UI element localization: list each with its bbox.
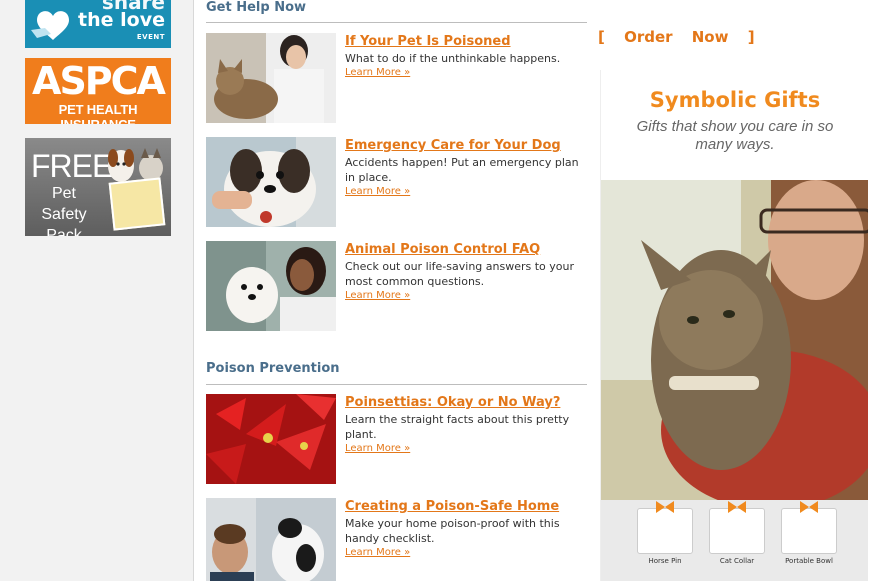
learn-more-link[interactable]: Learn More » [345, 547, 585, 558]
poinsettias-link[interactable]: Poinsettias: Okay or No Way? [345, 394, 585, 411]
product-label: Horse Pin [648, 557, 682, 565]
heart-hand-icon [31, 11, 69, 41]
poisoned-link[interactable]: If Your Pet Is Poisoned [345, 33, 585, 50]
learn-more-link[interactable]: Learn More » [345, 67, 585, 78]
free-safety-pack-banner[interactable]: FREE Pet Safety Pack [25, 138, 171, 236]
right-sidebar: [ Order Now ] Symbolic Gifts Gifts that … [596, 0, 879, 581]
the-love-text: the love [78, 9, 165, 31]
free-text: FREE [31, 148, 113, 184]
learn-more-link[interactable]: Learn More » [345, 290, 585, 301]
divider [206, 22, 587, 23]
cat-collar-product[interactable]: Cat Collar [707, 501, 767, 570]
left-sidebar: share the love EVENT ASPCA PET HEALTH IN… [0, 0, 194, 581]
shih-tzu-dog-image[interactable] [206, 137, 336, 227]
learn-more-link[interactable]: Learn More » [345, 443, 585, 454]
woman-with-dog-image[interactable] [206, 241, 336, 331]
pet-safety-pack-text: Pet Safety Pack [41, 185, 87, 236]
gifts-ad-header: Symbolic Gifts Gifts that show you care … [601, 70, 868, 180]
share-the-love-banner[interactable]: share the love EVENT [25, 0, 171, 48]
pet-health-insurance-text: PET HEALTH INSURANCE [58, 102, 138, 124]
get-help-heading: Get Help Now [206, 0, 307, 15]
learn-more-link[interactable]: Learn More » [345, 186, 585, 197]
gifts-subtitle: Gifts that show you care in so many ways… [636, 118, 834, 153]
product-label: Cat Collar [719, 557, 755, 565]
poison-faq-link[interactable]: Animal Poison Control FAQ [345, 241, 585, 258]
item-description: Accidents happen! Put an emergency plan … [345, 156, 579, 184]
main-content: Get Help Now If Your Pet Is Poisoned Wha… [195, 0, 595, 581]
aspca-logo: ASPCA [32, 59, 166, 103]
poison-safe-home-link[interactable]: Creating a Poison-Safe Home [345, 498, 585, 515]
list-item: Creating a Poison-Safe Home Make your ho… [206, 498, 591, 581]
order-now-link[interactable]: [ Order Now ] [598, 28, 755, 46]
poinsettia-image[interactable] [206, 394, 336, 484]
product-label: Portable Bowl [785, 557, 833, 565]
gift-products-strip: Horse Pin Cat Collar Portable Bowl [601, 500, 868, 581]
item-description: What to do if the unthinkable happens. [345, 52, 561, 65]
poison-prevention-heading: Poison Prevention [206, 361, 340, 376]
pet-health-insurance-banner[interactable]: ASPCA PET HEALTH INSURANCE [25, 58, 171, 124]
list-item: If Your Pet Is Poisoned What to do if th… [206, 33, 591, 123]
list-item: Emergency Care for Your Dog Accidents ha… [206, 137, 591, 227]
symbolic-gifts-ad[interactable]: Symbolic Gifts Gifts that show you care … [600, 70, 868, 581]
emergency-care-link[interactable]: Emergency Care for Your Dog [345, 137, 585, 154]
gifts-title: Symbolic Gifts [649, 88, 821, 112]
item-description: Learn the straight facts about this pret… [345, 413, 570, 441]
item-description: Make your home poison-proof with this ha… [345, 517, 560, 545]
item-description: Check out our life-saving answers to you… [345, 260, 575, 288]
vet-with-cat-image[interactable] [206, 33, 336, 123]
list-item: Animal Poison Control FAQ Check out our … [206, 241, 591, 331]
man-with-cat-image[interactable] [206, 498, 336, 581]
horse-pin-product[interactable]: Horse Pin [635, 501, 695, 570]
woman-hugging-cat-image [601, 180, 868, 500]
portable-bowl-product[interactable]: Portable Bowl [779, 501, 839, 570]
divider [206, 384, 587, 385]
list-item: Poinsettias: Okay or No Way? Learn the s… [206, 394, 591, 484]
event-text: EVENT [136, 33, 165, 41]
safety-pack-card-image [108, 177, 166, 231]
